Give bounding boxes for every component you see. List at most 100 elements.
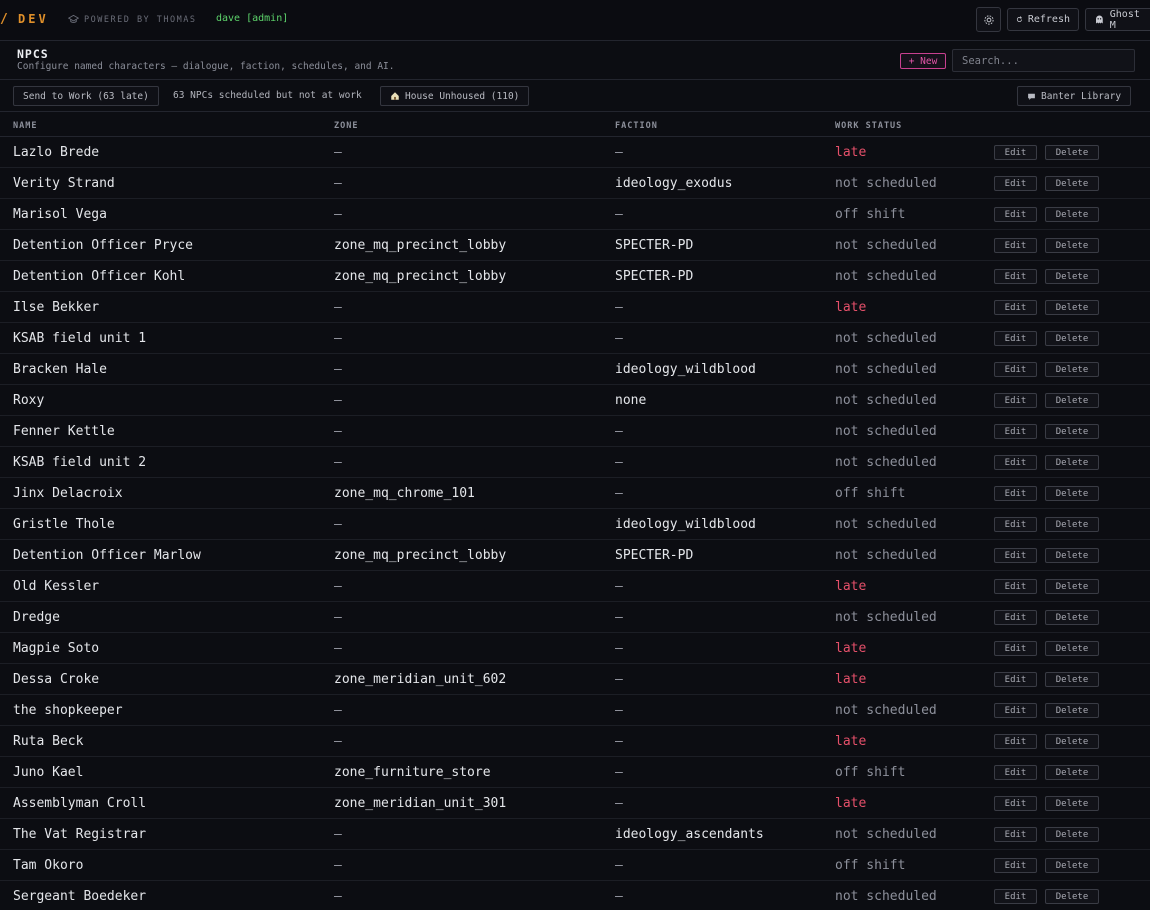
table-row[interactable]: Gristle Thole — ideology_wildblood not sche… [0,509,1150,540]
table-row[interactable]: Juno Kael zone_furniture_store — off shift E… [0,757,1150,788]
column-header-name[interactable]: NAME [13,121,37,131]
delete-button[interactable]: Delete [1045,300,1099,315]
table-row[interactable]: Detention Officer Pryce zone_mq_precinct_… [0,230,1150,261]
edit-button[interactable]: Edit [994,207,1037,222]
table-row[interactable]: Ruta Beck — — late Edit Delete [0,726,1150,757]
delete-button[interactable]: Delete [1045,486,1099,501]
settings-button[interactable] [976,7,1001,32]
table-row[interactable]: Fenner Kettle — — not scheduled Edit Delete [0,416,1150,447]
table-row[interactable]: Old Kessler — — late Edit Delete [0,571,1150,602]
edit-button[interactable]: Edit [994,889,1037,904]
edit-button[interactable]: Edit [994,641,1037,656]
npc-zone: — [334,393,342,408]
table-row[interactable]: Sergeant Boedeker — — not scheduled Edit Dele… [0,881,1150,910]
delete-button[interactable]: Delete [1045,579,1099,594]
search-input[interactable] [952,49,1135,72]
edit-button[interactable]: Edit [994,300,1037,315]
table-row[interactable]: Jinx Delacroix zone_mq_chrome_101 — off shi… [0,478,1150,509]
npc-faction: — [615,455,623,470]
table-row[interactable]: Detention Officer Marlow zone_mq_precinct… [0,540,1150,571]
delete-button[interactable]: Delete [1045,455,1099,470]
edit-button[interactable]: Edit [994,393,1037,408]
table-row[interactable]: Roxy — none not scheduled Edit Delete [0,385,1150,416]
delete-button[interactable]: Delete [1045,734,1099,749]
table-row[interactable]: Ilse Bekker — — late Edit Delete [0,292,1150,323]
edit-button[interactable]: Edit [994,548,1037,563]
delete-button[interactable]: Delete [1045,145,1099,160]
table-row[interactable]: Dredge — — not scheduled Edit Delete [0,602,1150,633]
table-row[interactable]: KSAB field unit 2 — — not scheduled Edit Dele… [0,447,1150,478]
npc-work-status: off shift [835,207,906,222]
edit-button[interactable]: Edit [994,362,1037,377]
table-row[interactable]: Lazlo Brede — — late Edit Delete [0,137,1150,168]
column-header-faction[interactable]: FACTION [615,121,658,131]
column-header-zone[interactable]: ZONE [334,121,358,131]
edit-button[interactable]: Edit [994,176,1037,191]
edit-button[interactable]: Edit [994,455,1037,470]
edit-button[interactable]: Edit [994,610,1037,625]
delete-button[interactable]: Delete [1045,827,1099,842]
delete-button[interactable]: Delete [1045,331,1099,346]
delete-button[interactable]: Delete [1045,207,1099,222]
table-row[interactable]: Magpie Soto — — late Edit Delete [0,633,1150,664]
refresh-button[interactable]: Refresh [1007,8,1079,31]
new-npc-button[interactable]: + New [900,53,946,69]
table-row[interactable]: Bracken Hale — ideology_wildblood not sched… [0,354,1150,385]
edit-button[interactable]: Edit [994,858,1037,873]
edit-button[interactable]: Edit [994,424,1037,439]
npc-name: Roxy [13,393,45,408]
ghost-mode-button[interactable]: Ghost M [1085,8,1150,31]
banter-library-button[interactable]: Banter Library [1017,86,1132,106]
npc-zone: — [334,703,342,718]
delete-button[interactable]: Delete [1045,765,1099,780]
delete-button[interactable]: Delete [1045,796,1099,811]
table-row[interactable]: The Vat Registrar — ideology_ascendants not… [0,819,1150,850]
table-row[interactable]: Assemblyman Croll zone_meridian_unit_301 —… [0,788,1150,819]
delete-button[interactable]: Delete [1045,641,1099,656]
brand-name[interactable]: DEV [18,12,49,26]
table-row[interactable]: Detention Officer Kohl zone_mq_precinct_l… [0,261,1150,292]
delete-button[interactable]: Delete [1045,548,1099,563]
delete-button[interactable]: Delete [1045,703,1099,718]
delete-button[interactable]: Delete [1045,362,1099,377]
delete-button[interactable]: Delete [1045,269,1099,284]
edit-button[interactable]: Edit [994,331,1037,346]
delete-button[interactable]: Delete [1045,889,1099,904]
user-badge[interactable]: dave [admin] [216,13,288,24]
npc-faction: — [615,796,623,811]
delete-button[interactable]: Delete [1045,610,1099,625]
table-row[interactable]: Verity Strand — ideology_exodus not schedul… [0,168,1150,199]
delete-button[interactable]: Delete [1045,858,1099,873]
edit-button[interactable]: Edit [994,579,1037,594]
npc-name: Old Kessler [13,579,100,594]
delete-button[interactable]: Delete [1045,424,1099,439]
npc-faction: — [615,207,623,222]
table-row[interactable]: KSAB field unit 1 — — not scheduled Edit Dele… [0,323,1150,354]
edit-button[interactable]: Edit [994,796,1037,811]
npc-zone: — [334,455,342,470]
house-unhoused-button[interactable]: House Unhoused (110) [380,86,530,106]
edit-button[interactable]: Edit [994,672,1037,687]
edit-button[interactable]: Edit [994,734,1037,749]
delete-button[interactable]: Delete [1045,517,1099,532]
table-row[interactable]: Dessa Croke zone_meridian_unit_602 — late Ed… [0,664,1150,695]
column-header-work-status[interactable]: WORK STATUS [835,121,902,131]
send-to-work-button[interactable]: Send to Work (63 late) [13,86,159,106]
edit-button[interactable]: Edit [994,517,1037,532]
edit-button[interactable]: Edit [994,269,1037,284]
delete-button[interactable]: Delete [1045,672,1099,687]
npc-name: The Vat Registrar [13,827,147,842]
delete-button[interactable]: Delete [1045,176,1099,191]
table-row[interactable]: the shopkeeper — — not scheduled Edit Delete [0,695,1150,726]
edit-button[interactable]: Edit [994,827,1037,842]
edit-button[interactable]: Edit [994,765,1037,780]
table-row[interactable]: Tam Okoro — — off shift Edit Delete [0,850,1150,881]
edit-button[interactable]: Edit [994,238,1037,253]
edit-button[interactable]: Edit [994,703,1037,718]
delete-button[interactable]: Delete [1045,393,1099,408]
edit-button[interactable]: Edit [994,486,1037,501]
edit-button[interactable]: Edit [994,145,1037,160]
npc-name: Verity Strand [13,176,115,191]
delete-button[interactable]: Delete [1045,238,1099,253]
table-row[interactable]: Marisol Vega — — off shift Edit Delete [0,199,1150,230]
